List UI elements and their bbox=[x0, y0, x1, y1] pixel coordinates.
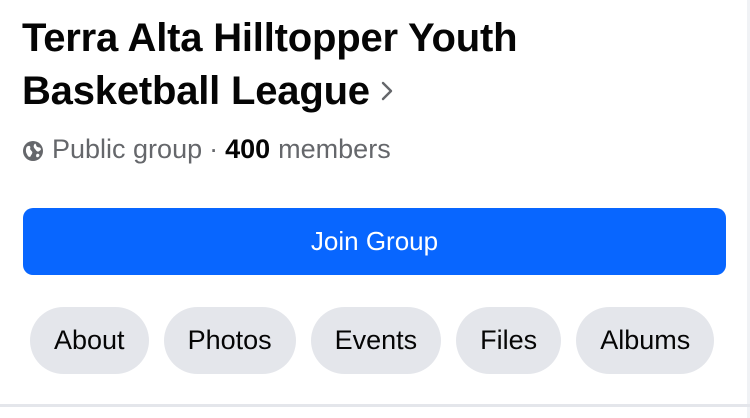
group-header: Terra Alta Hilltopper Youth Basketball L… bbox=[0, 0, 750, 418]
tab-photos[interactable]: Photos bbox=[163, 307, 296, 374]
section-divider bbox=[0, 404, 750, 407]
tab-events[interactable]: Events bbox=[310, 307, 442, 374]
tab-albums[interactable]: Albums bbox=[576, 307, 715, 374]
member-count: 400 bbox=[225, 133, 271, 164]
tab-about[interactable]: About bbox=[30, 307, 149, 374]
globe-icon bbox=[22, 138, 44, 161]
group-title[interactable]: Terra Alta Hilltopper Youth Basketball L… bbox=[22, 12, 662, 118]
join-group-button[interactable]: Join Group bbox=[23, 208, 726, 275]
group-title-text[interactable]: Terra Alta Hilltopper Youth Basketball L… bbox=[22, 16, 518, 113]
chevron-right-icon[interactable] bbox=[380, 80, 394, 102]
tab-files[interactable]: Files bbox=[456, 307, 562, 374]
meta-separator: · bbox=[209, 133, 219, 164]
privacy-label: Public group bbox=[52, 133, 203, 164]
members-label: members bbox=[278, 133, 391, 164]
group-tabs: About Photos Events Files Albums bbox=[30, 307, 715, 374]
group-meta: Public group · 400 members bbox=[22, 131, 391, 167]
